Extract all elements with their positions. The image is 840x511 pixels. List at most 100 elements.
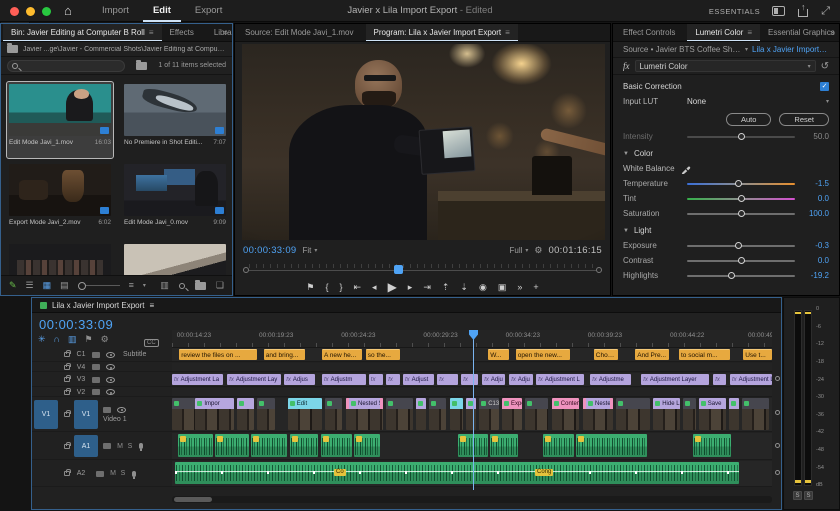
subtitle-track[interactable]: review the files on ... and bring... A new…: [172, 348, 772, 362]
clip-thumbnail[interactable]: [124, 164, 226, 216]
audio-clip[interactable]: [178, 434, 213, 457]
clip-name[interactable]: No Premiere in Shot Editi...: [124, 139, 202, 146]
lock-icon[interactable]: [64, 469, 71, 476]
subtitle-clip[interactable]: A new he...: [322, 349, 363, 360]
step-back-button[interactable]: ◂: [372, 282, 377, 292]
share-icon[interactable]: [797, 2, 809, 17]
effect-dropdown[interactable]: Lumetri Color ▾: [634, 60, 816, 72]
slider-value[interactable]: -19.2: [795, 271, 829, 280]
workspaces-icon[interactable]: [772, 6, 786, 16]
playback-resolution-dropdown[interactable]: Full ▾: [510, 246, 529, 255]
adjustment-layer-clip[interactable]: Adjustment La: [172, 374, 223, 385]
slider-knob[interactable]: [738, 132, 745, 140]
fullscreen-icon[interactable]: ⤢: [821, 5, 830, 17]
find-icon[interactable]: [178, 282, 185, 289]
audio-clip[interactable]: [354, 434, 380, 457]
eye-icon[interactable]: [106, 389, 115, 395]
workspace-tab[interactable]: Import: [92, 0, 139, 22]
nest-insert-icon[interactable]: ✳: [38, 335, 46, 344]
monitor-tab[interactable]: Source: Edit Mode Javi_1.mov: [237, 24, 366, 41]
track-resize-handle[interactable]: [775, 410, 780, 415]
video-clip[interactable]: [416, 398, 427, 430]
video-clip[interactable]: [524, 398, 549, 430]
intensity-slider[interactable]: [687, 132, 795, 140]
v2-track-header[interactable]: V2: [32, 387, 172, 397]
automate-to-sequence-icon[interactable]: ▥: [160, 281, 169, 290]
workspace-tab[interactable]: Edit: [143, 0, 181, 22]
add-button[interactable]: +: [533, 282, 538, 292]
subtitle-clip[interactable]: W...: [488, 349, 510, 360]
workspace-name-label[interactable]: ESSENTIALS: [709, 7, 760, 16]
adjustment-layer-clip[interactable]: Adjus: [284, 374, 316, 385]
slider-value[interactable]: -1.5: [795, 179, 829, 188]
No Premiere in Shot Editi...[interactable]: No Premiere in Shot Editi... 7:07: [122, 82, 228, 158]
add-marker-icon[interactable]: ⚑: [85, 335, 93, 344]
adjustment-layer-clip[interactable]: Adjustment Lay: [227, 374, 282, 385]
adjustment-layer-clip[interactable]: Adjustment L: [536, 374, 585, 385]
v4-track[interactable]: [172, 363, 772, 372]
sync-lock-icon[interactable]: [92, 389, 100, 395]
adjustment-layer-clip[interactable]: Adjustme: [590, 374, 631, 385]
source-clip-label[interactable]: Source • Javier BTS Coffee Shoot...: [623, 45, 741, 54]
comparison-view-button[interactable]: ▣: [498, 282, 507, 292]
horizontal-scrollbar[interactable]: [172, 496, 772, 503]
right-panel-tab[interactable]: Effect Controls: [615, 24, 687, 41]
clip-name[interactable]: Export Mode Javi_2.mov: [9, 219, 81, 226]
slider-knob[interactable]: [738, 209, 745, 217]
panel-menu-icon[interactable]: ≡: [505, 28, 510, 37]
monitor-tab[interactable]: Program: Lila x Javier Import Export ≡: [365, 24, 518, 41]
slider-track[interactable]: [687, 256, 795, 264]
sort-caret-icon[interactable]: ▾: [143, 282, 146, 289]
adjustment-layer-clip[interactable]: [713, 374, 727, 385]
voiceover-record-icon[interactable]: [132, 470, 136, 479]
clip-thumbnail[interactable]: [9, 244, 111, 275]
adjustment-layer-clip[interactable]: Adjust: [403, 374, 435, 385]
slider-value[interactable]: 100.0: [795, 209, 829, 218]
clip-item[interactable]: [122, 242, 228, 275]
adjustment-layer-clip[interactable]: [437, 374, 459, 385]
solo-right-button[interactable]: S: [804, 491, 813, 500]
go-to-in-button[interactable]: ⇤: [353, 282, 361, 292]
slider-value[interactable]: 0.0: [795, 194, 829, 203]
Export Mode Javi_2.mov[interactable]: Export Mode Javi_2.mov 6:02: [7, 162, 113, 238]
tab-overflow-icon[interactable]: »: [223, 27, 228, 37]
v1-track[interactable]: Impor Edit Nested S C13 Exp Conte Nested…: [172, 398, 772, 432]
adjustment-layer-clip[interactable]: Adjustment L: [730, 374, 772, 385]
video-clip[interactable]: Nested S: [583, 398, 613, 430]
video-clip[interactable]: Nested S: [346, 398, 384, 430]
slider-track[interactable]: [687, 179, 795, 187]
v1-track-header[interactable]: V1 V1 Video 1: [32, 398, 172, 432]
a1-track-header[interactable]: A1 M S: [32, 433, 172, 460]
clip-name[interactable]: Edit Mode Javi_1.mov: [9, 139, 73, 146]
video-clip[interactable]: [257, 398, 276, 430]
adjustment-layer-clip[interactable]: Adju: [509, 374, 534, 385]
v3-track-header[interactable]: V3: [32, 373, 172, 387]
timeline-playhead[interactable]: [473, 330, 474, 490]
sequence-link[interactable]: Lila x Javier Import Export - Jav...: [752, 45, 829, 54]
auto-button[interactable]: Auto: [725, 112, 772, 126]
extract-button[interactable]: ⇣: [460, 282, 468, 292]
adjustment-layer-clip[interactable]: Adjustment Layer: [641, 374, 709, 385]
audio-clip[interactable]: [215, 434, 249, 457]
v4-track-header[interactable]: V4: [32, 362, 172, 372]
sync-lock-icon[interactable]: [103, 443, 111, 449]
adjustment-layer-clip[interactable]: Adjustm: [322, 374, 366, 385]
video-clip[interactable]: [236, 398, 254, 430]
video-clip[interactable]: [616, 398, 651, 430]
a2-track-header[interactable]: A2 M S: [32, 461, 172, 487]
reset-button[interactable]: Reset: [779, 112, 829, 126]
input-lut-value[interactable]: None: [687, 97, 818, 106]
track-resize-handle[interactable]: [775, 443, 780, 448]
adjustment-layer-clip[interactable]: [386, 374, 400, 385]
solo-button[interactable]: S: [125, 443, 135, 450]
scrubber-start-handle[interactable]: [243, 267, 249, 273]
volume-rubber-band[interactable]: [175, 471, 739, 473]
captions-menu-icon[interactable]: CC: [144, 336, 159, 347]
bin-tab[interactable]: Bin: Javier Editing at Computer B Roll ≡: [3, 24, 162, 41]
lock-icon[interactable]: [64, 362, 71, 370]
panel-menu-icon[interactable]: ≡: [149, 28, 154, 37]
edit-pencil-icon[interactable]: ✎: [9, 281, 17, 290]
program-video-frame[interactable]: [242, 44, 605, 240]
solo-left-button[interactable]: S: [793, 491, 802, 500]
adjustment-layer-clip[interactable]: [368, 374, 383, 385]
